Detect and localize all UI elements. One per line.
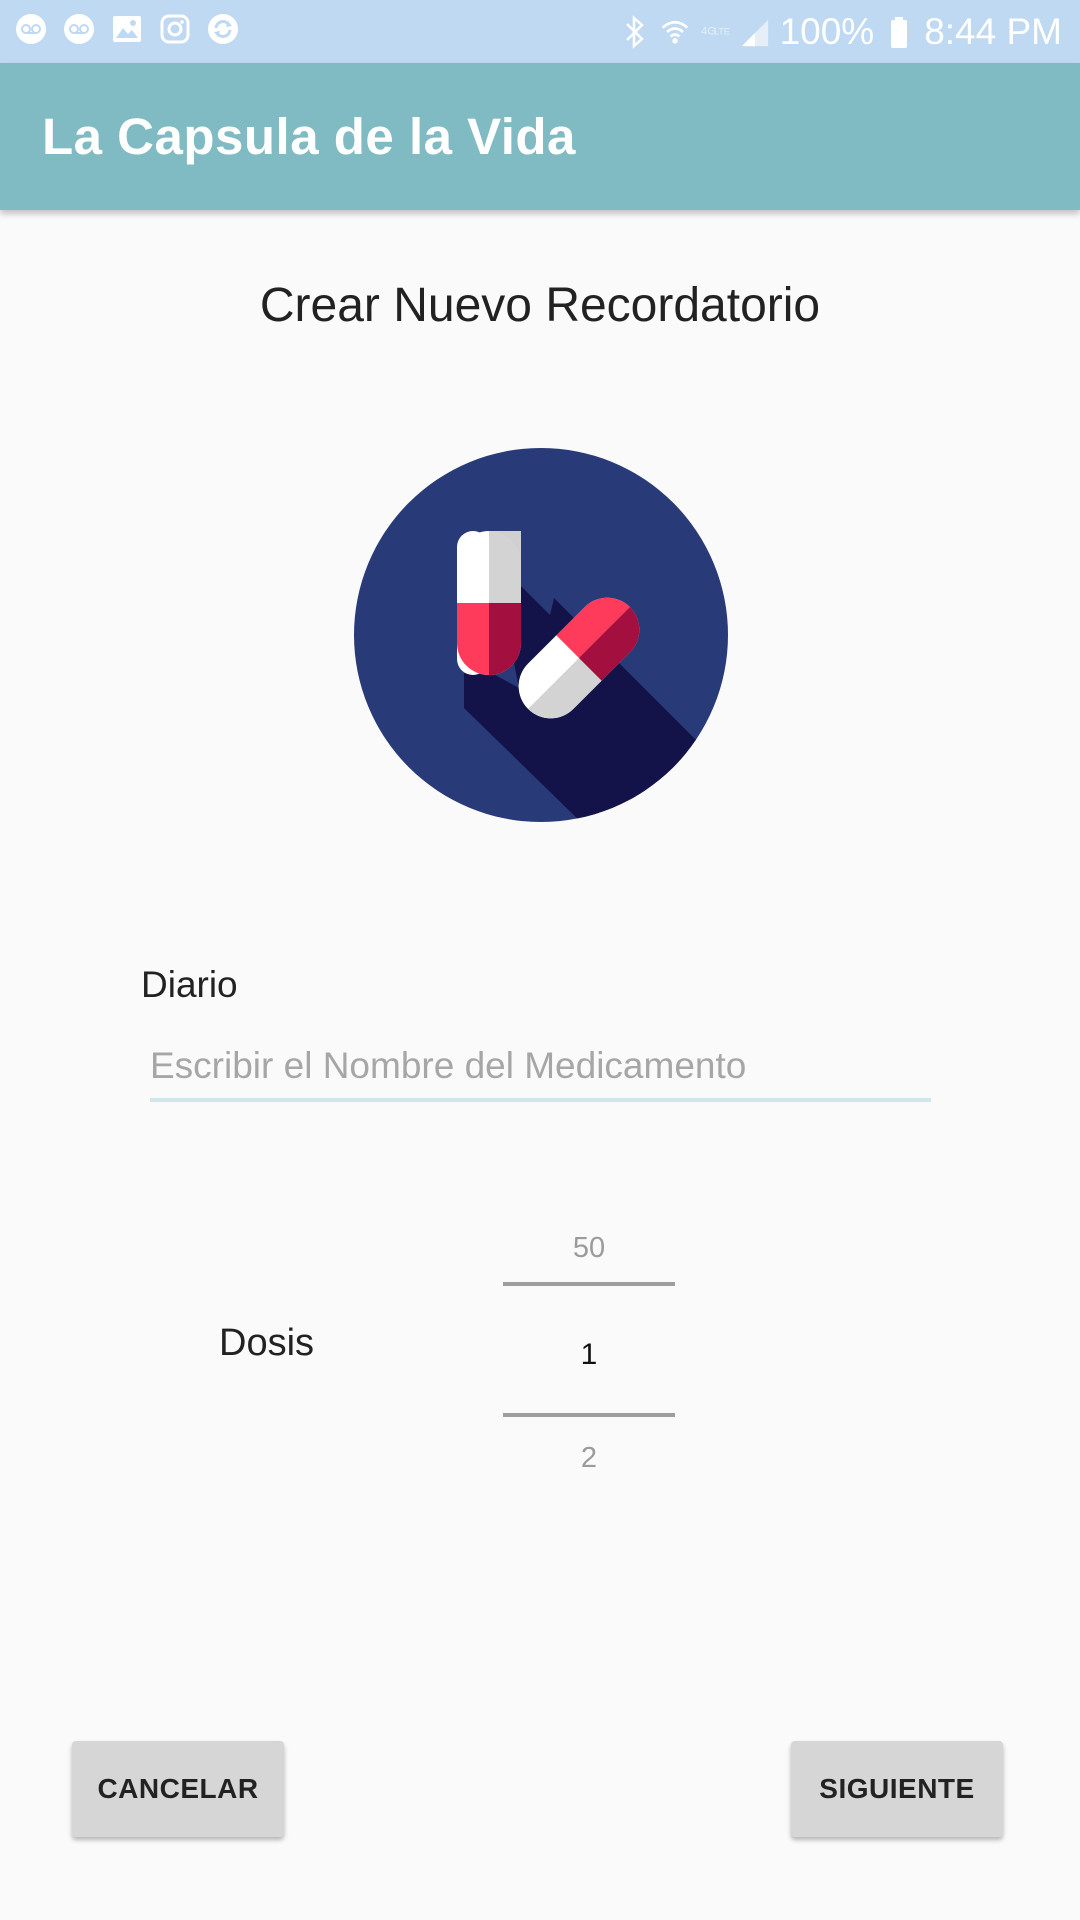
system-status: 4G LTE 100% 8:44 PM (620, 0, 1062, 63)
battery-percentage: 100% (779, 10, 875, 52)
next-button[interactable]: SIGUIENTE (791, 1741, 1003, 1837)
picker-next-value[interactable]: 2 (503, 1442, 675, 1475)
wifi-icon (660, 14, 690, 50)
instagram-icon (158, 12, 192, 46)
sync-icon (206, 12, 240, 46)
cancel-button[interactable]: CANCELAR (72, 1741, 284, 1837)
lte-icon: 4G LTE (700, 14, 730, 50)
voicemail-icon (62, 12, 96, 46)
voicemail-icon (14, 12, 48, 46)
svg-text:LTE: LTE (714, 26, 730, 36)
notification-icons (14, 12, 240, 46)
picker-previous-value[interactable]: 50 (503, 1232, 675, 1265)
signal-icon (740, 14, 770, 50)
screen: 4G LTE 100% 8:44 PM La Capsula de la Vida… (0, 0, 1080, 1920)
app-title: La Capsula de la Vida (42, 108, 576, 165)
battery-icon (884, 14, 914, 50)
picker-divider-bottom (503, 1413, 675, 1417)
medication-name-input[interactable] (150, 1034, 931, 1102)
picker-divider-top (503, 1282, 675, 1286)
picker-current-value[interactable]: 1 (503, 1338, 675, 1372)
bluetooth-icon (620, 14, 650, 50)
gallery-icon (110, 12, 144, 46)
dose-label: Dosis (219, 1322, 315, 1364)
clock: 8:44 PM (924, 10, 1062, 52)
page-title: Crear Nuevo Recordatorio (259, 279, 821, 332)
frequency-label: Diario (141, 964, 238, 1005)
app-bar: La Capsula de la Vida (0, 63, 1080, 210)
status-bar: 4G LTE 100% 8:44 PM (0, 0, 1080, 63)
pills-icon (354, 448, 728, 822)
dose-number-picker[interactable]: 50 1 2 (503, 1220, 675, 1482)
